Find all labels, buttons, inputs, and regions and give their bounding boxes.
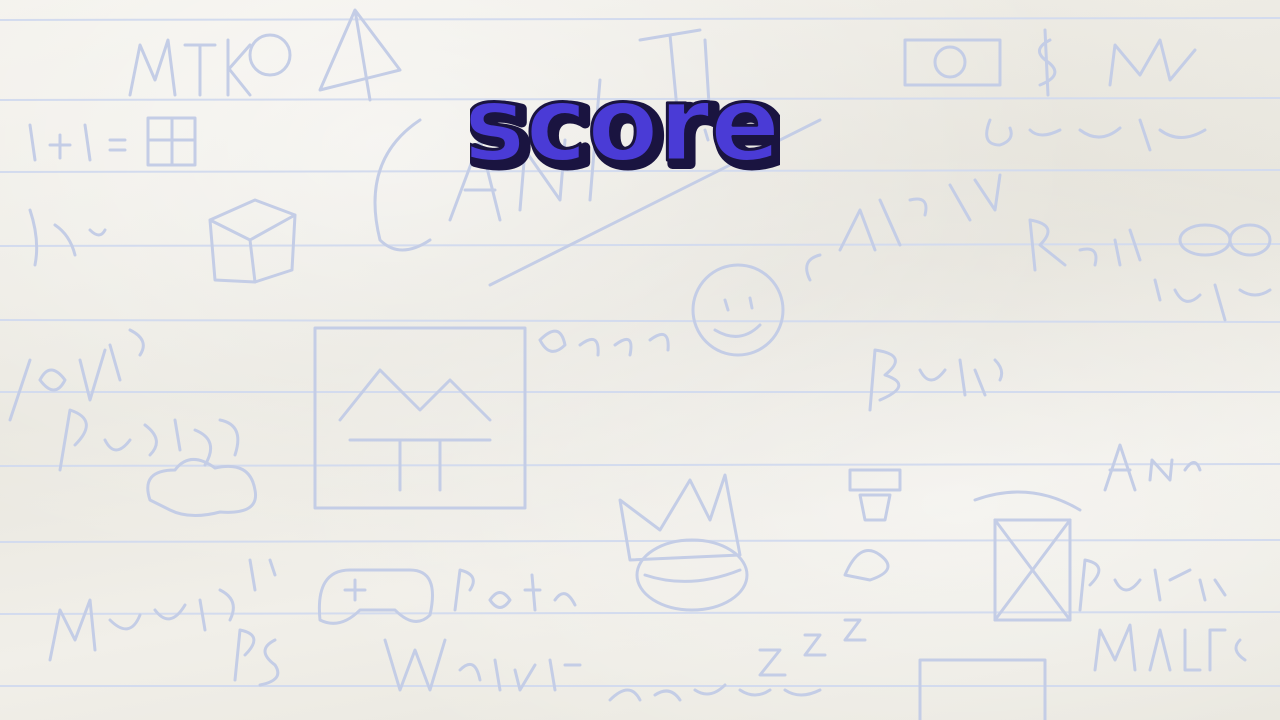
scribble-love-you <box>8 328 145 422</box>
crown-icon <box>618 473 742 562</box>
scribble-fire <box>28 208 107 267</box>
score-title-text: score <box>470 72 780 185</box>
trophy-stack-doodle <box>843 468 902 582</box>
scribble-infinity <box>1153 278 1272 322</box>
scribble-bottom <box>608 683 822 702</box>
scribble-ps <box>233 628 280 687</box>
scribble-eaaa <box>538 329 670 357</box>
scribble-budi <box>868 348 1004 412</box>
scribble-wainef <box>383 638 582 692</box>
dollar-doodle <box>1038 28 1057 97</box>
scribble-rotate <box>453 568 577 612</box>
smiley-face-icon <box>691 263 785 357</box>
smiley-mouth <box>713 296 762 338</box>
scribble-zzz <box>758 618 867 677</box>
page-title: score score <box>470 72 780 192</box>
scribble-pusing <box>58 408 240 472</box>
face-doodle <box>248 33 292 77</box>
scribble-gamecrafter <box>985 118 1207 152</box>
math-scribble <box>28 116 197 167</box>
scribble-m <box>1108 38 1197 87</box>
cloud-doodle <box>146 458 258 517</box>
coin-doodle <box>933 45 967 79</box>
paper-airplane-icon <box>318 8 402 102</box>
infinity-doodle <box>1178 223 1232 257</box>
crowned-face-visor <box>643 568 742 583</box>
scribble-males <box>1093 623 1247 672</box>
crate-cross <box>973 490 1082 622</box>
scribble-andi <box>1103 443 1202 492</box>
scribble-satpam <box>805 173 1002 282</box>
infinity-doodle-right <box>1228 223 1272 257</box>
scribble-mtk <box>128 38 252 97</box>
scribble-pumpkeel <box>1078 558 1227 612</box>
cube-icon <box>208 198 297 284</box>
gamepad-icon <box>317 568 434 625</box>
scribble-mungbolehi <box>48 558 277 662</box>
house-drawing-roof <box>338 368 492 492</box>
box-doodle-bottom <box>918 658 1047 720</box>
house-drawing-icon <box>313 326 527 510</box>
